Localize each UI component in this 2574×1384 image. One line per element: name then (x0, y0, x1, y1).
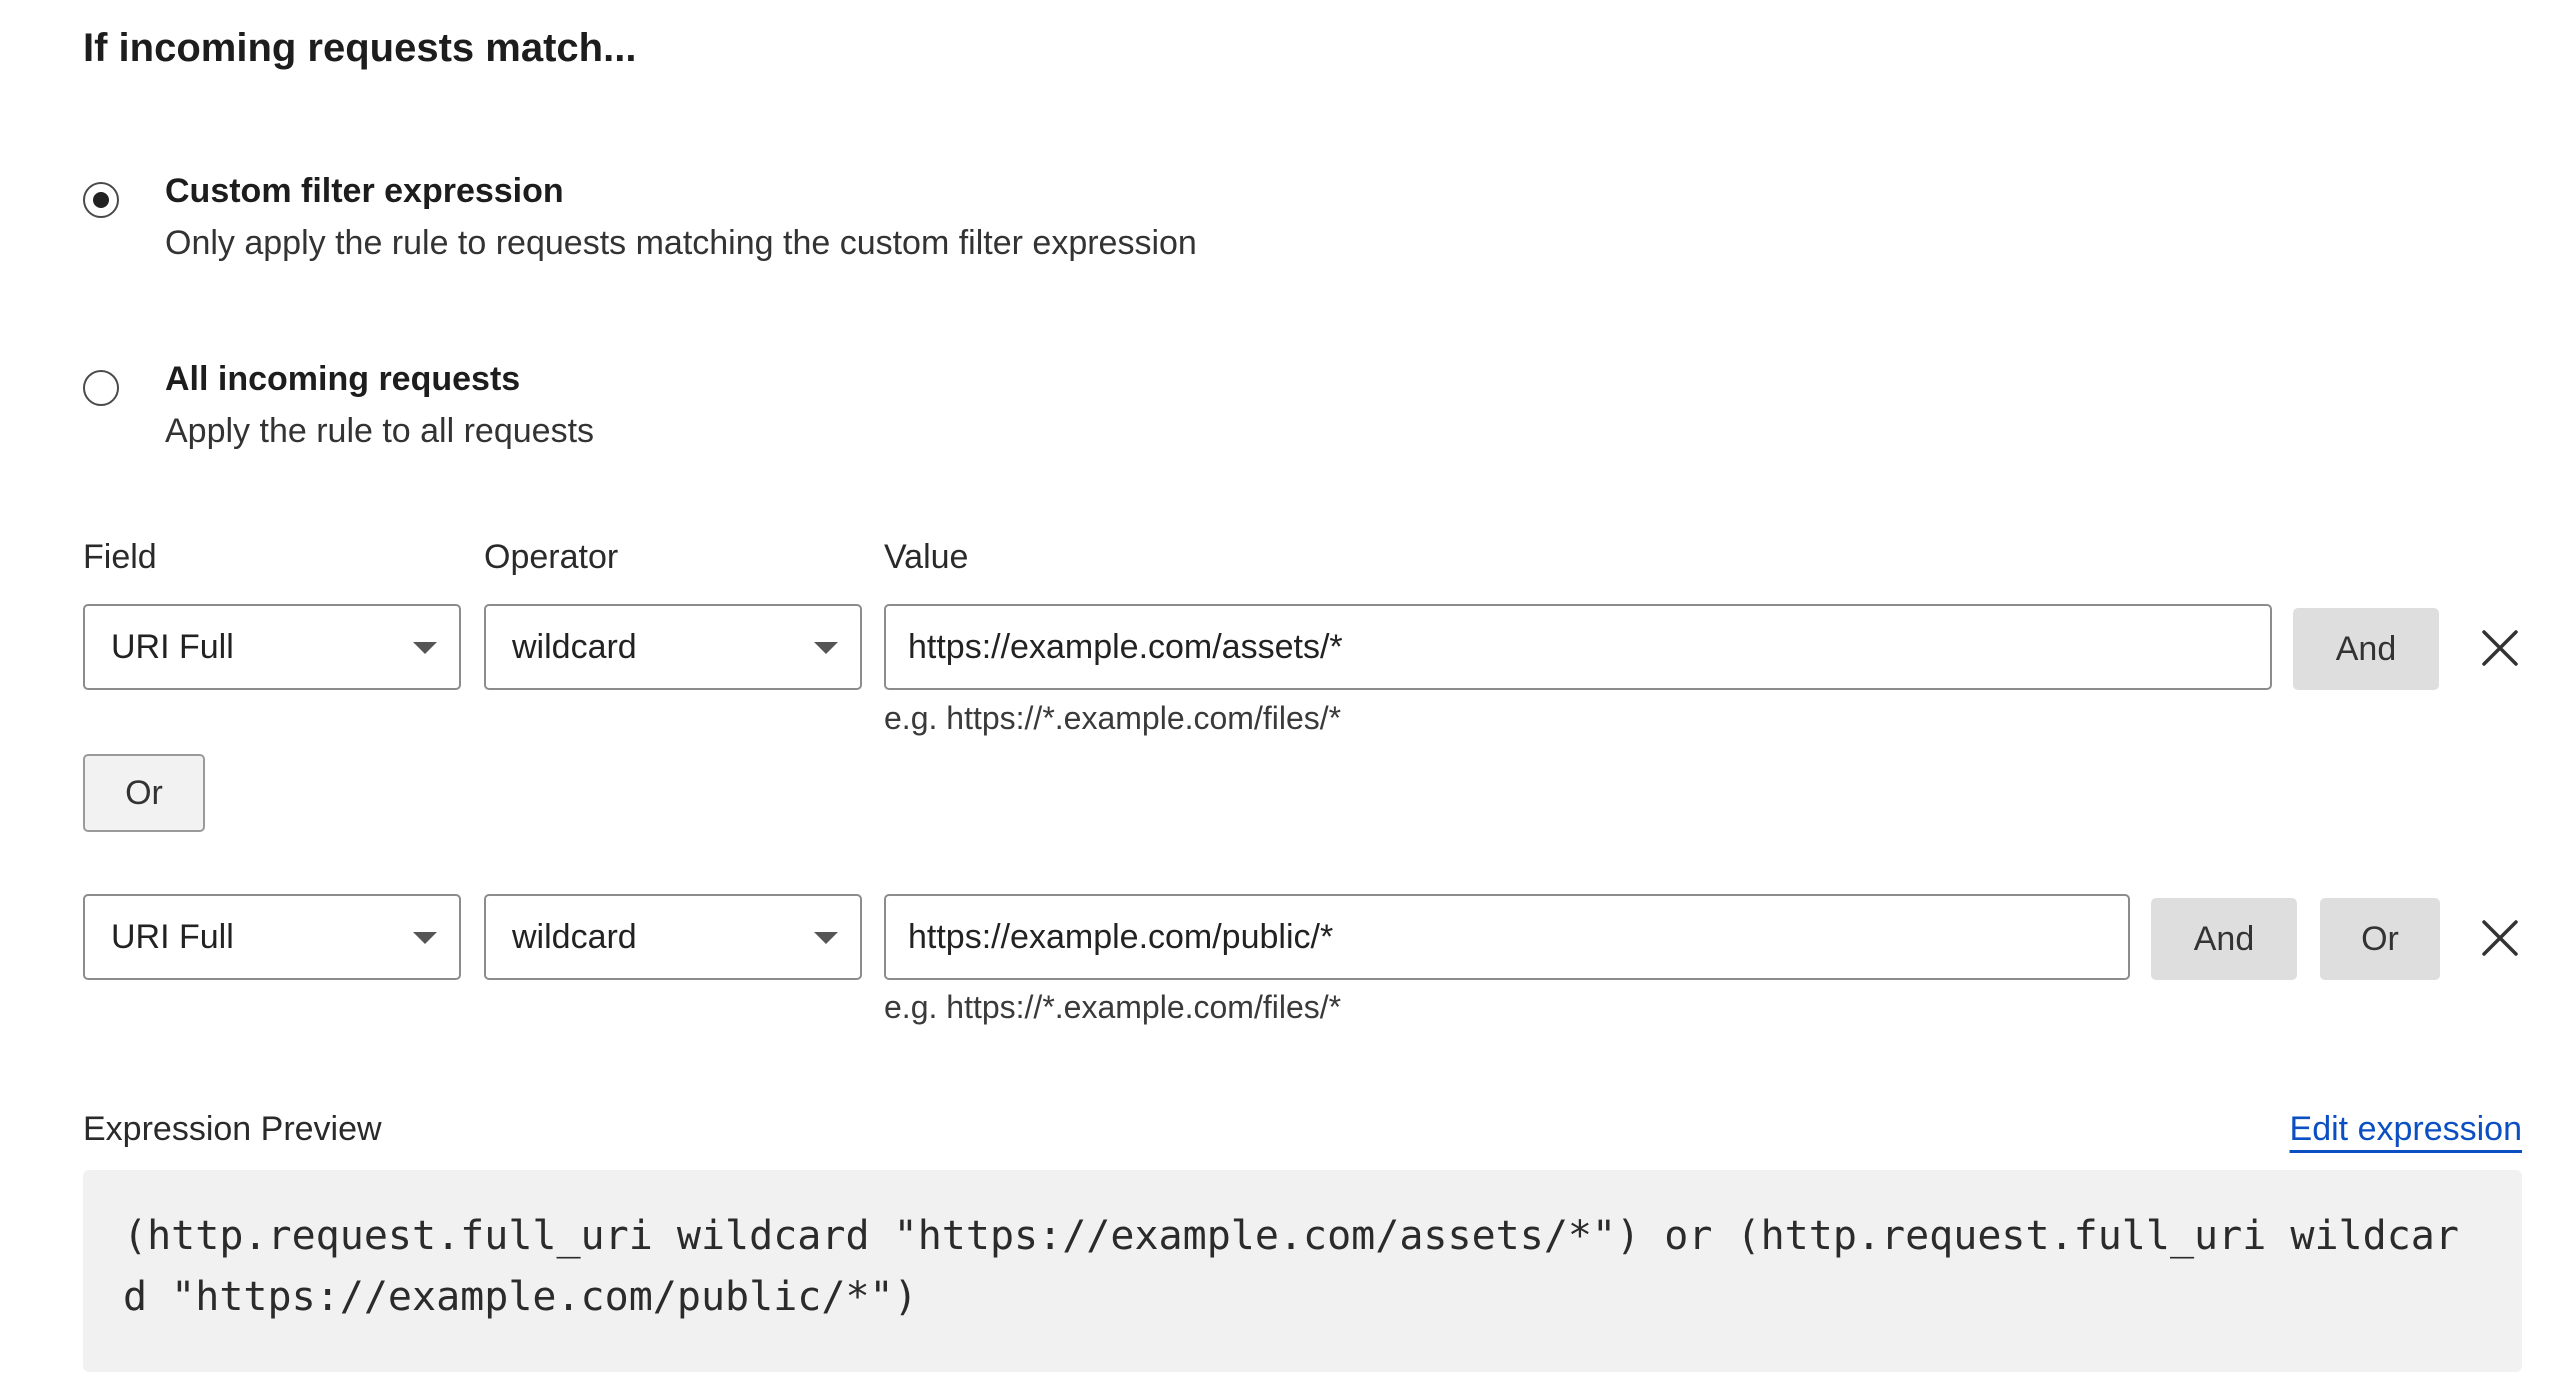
expression-preview-box: (http.request.full_uri wildcard "https:/… (83, 1170, 2522, 1372)
field-column-label: Field (83, 538, 157, 576)
radio-unselected-icon[interactable] (83, 370, 119, 406)
operator-select[interactable]: wildcard (484, 894, 862, 980)
caret-down-icon (413, 642, 437, 654)
radio-selected-icon[interactable] (83, 182, 119, 218)
radio-option-custom-filter[interactable]: Custom filter expression Only apply the … (83, 172, 1483, 282)
edit-expression-link[interactable]: Edit expression (2290, 1110, 2522, 1149)
expression-preview-label: Expression Preview (83, 1110, 382, 1148)
remove-condition-button[interactable] (2478, 916, 2522, 960)
caret-down-icon (413, 932, 437, 944)
close-icon (2482, 920, 2518, 956)
field-select-value: URI Full (111, 918, 234, 956)
close-icon (2482, 630, 2518, 666)
value-hint: e.g. https://*.example.com/files/* (884, 989, 1342, 1025)
field-select[interactable]: URI Full (83, 604, 461, 690)
or-button[interactable]: Or (2320, 898, 2440, 980)
value-input[interactable] (884, 894, 2130, 980)
operator-select-value: wildcard (512, 918, 637, 956)
caret-down-icon (814, 642, 838, 654)
field-select-value: URI Full (111, 628, 234, 666)
radio-option-description: Apply the rule to all requests (165, 412, 595, 450)
value-hint: e.g. https://*.example.com/files/* (884, 700, 1342, 736)
field-select[interactable]: URI Full (83, 894, 461, 980)
operator-select-value: wildcard (512, 628, 637, 666)
value-column-label: Value (884, 538, 969, 576)
expression-preview-code: (http.request.full_uri wildcard "https:/… (123, 1213, 2459, 1320)
radio-option-title: Custom filter expression (165, 172, 564, 210)
and-button[interactable]: And (2293, 608, 2439, 690)
radio-dot (93, 192, 109, 208)
value-input[interactable] (884, 604, 2272, 690)
operator-select[interactable]: wildcard (484, 604, 862, 690)
caret-down-icon (814, 932, 838, 944)
section-title: If incoming requests match... (83, 26, 637, 70)
radio-option-all-requests[interactable]: All incoming requests Apply the rule to … (83, 360, 1483, 470)
operator-column-label: Operator (484, 538, 619, 576)
radio-option-description: Only apply the rule to requests matching… (165, 224, 1197, 262)
or-group-button[interactable]: Or (83, 754, 205, 832)
remove-condition-button[interactable] (2478, 626, 2522, 670)
radio-option-title: All incoming requests (165, 360, 521, 398)
and-button[interactable]: And (2151, 898, 2297, 980)
